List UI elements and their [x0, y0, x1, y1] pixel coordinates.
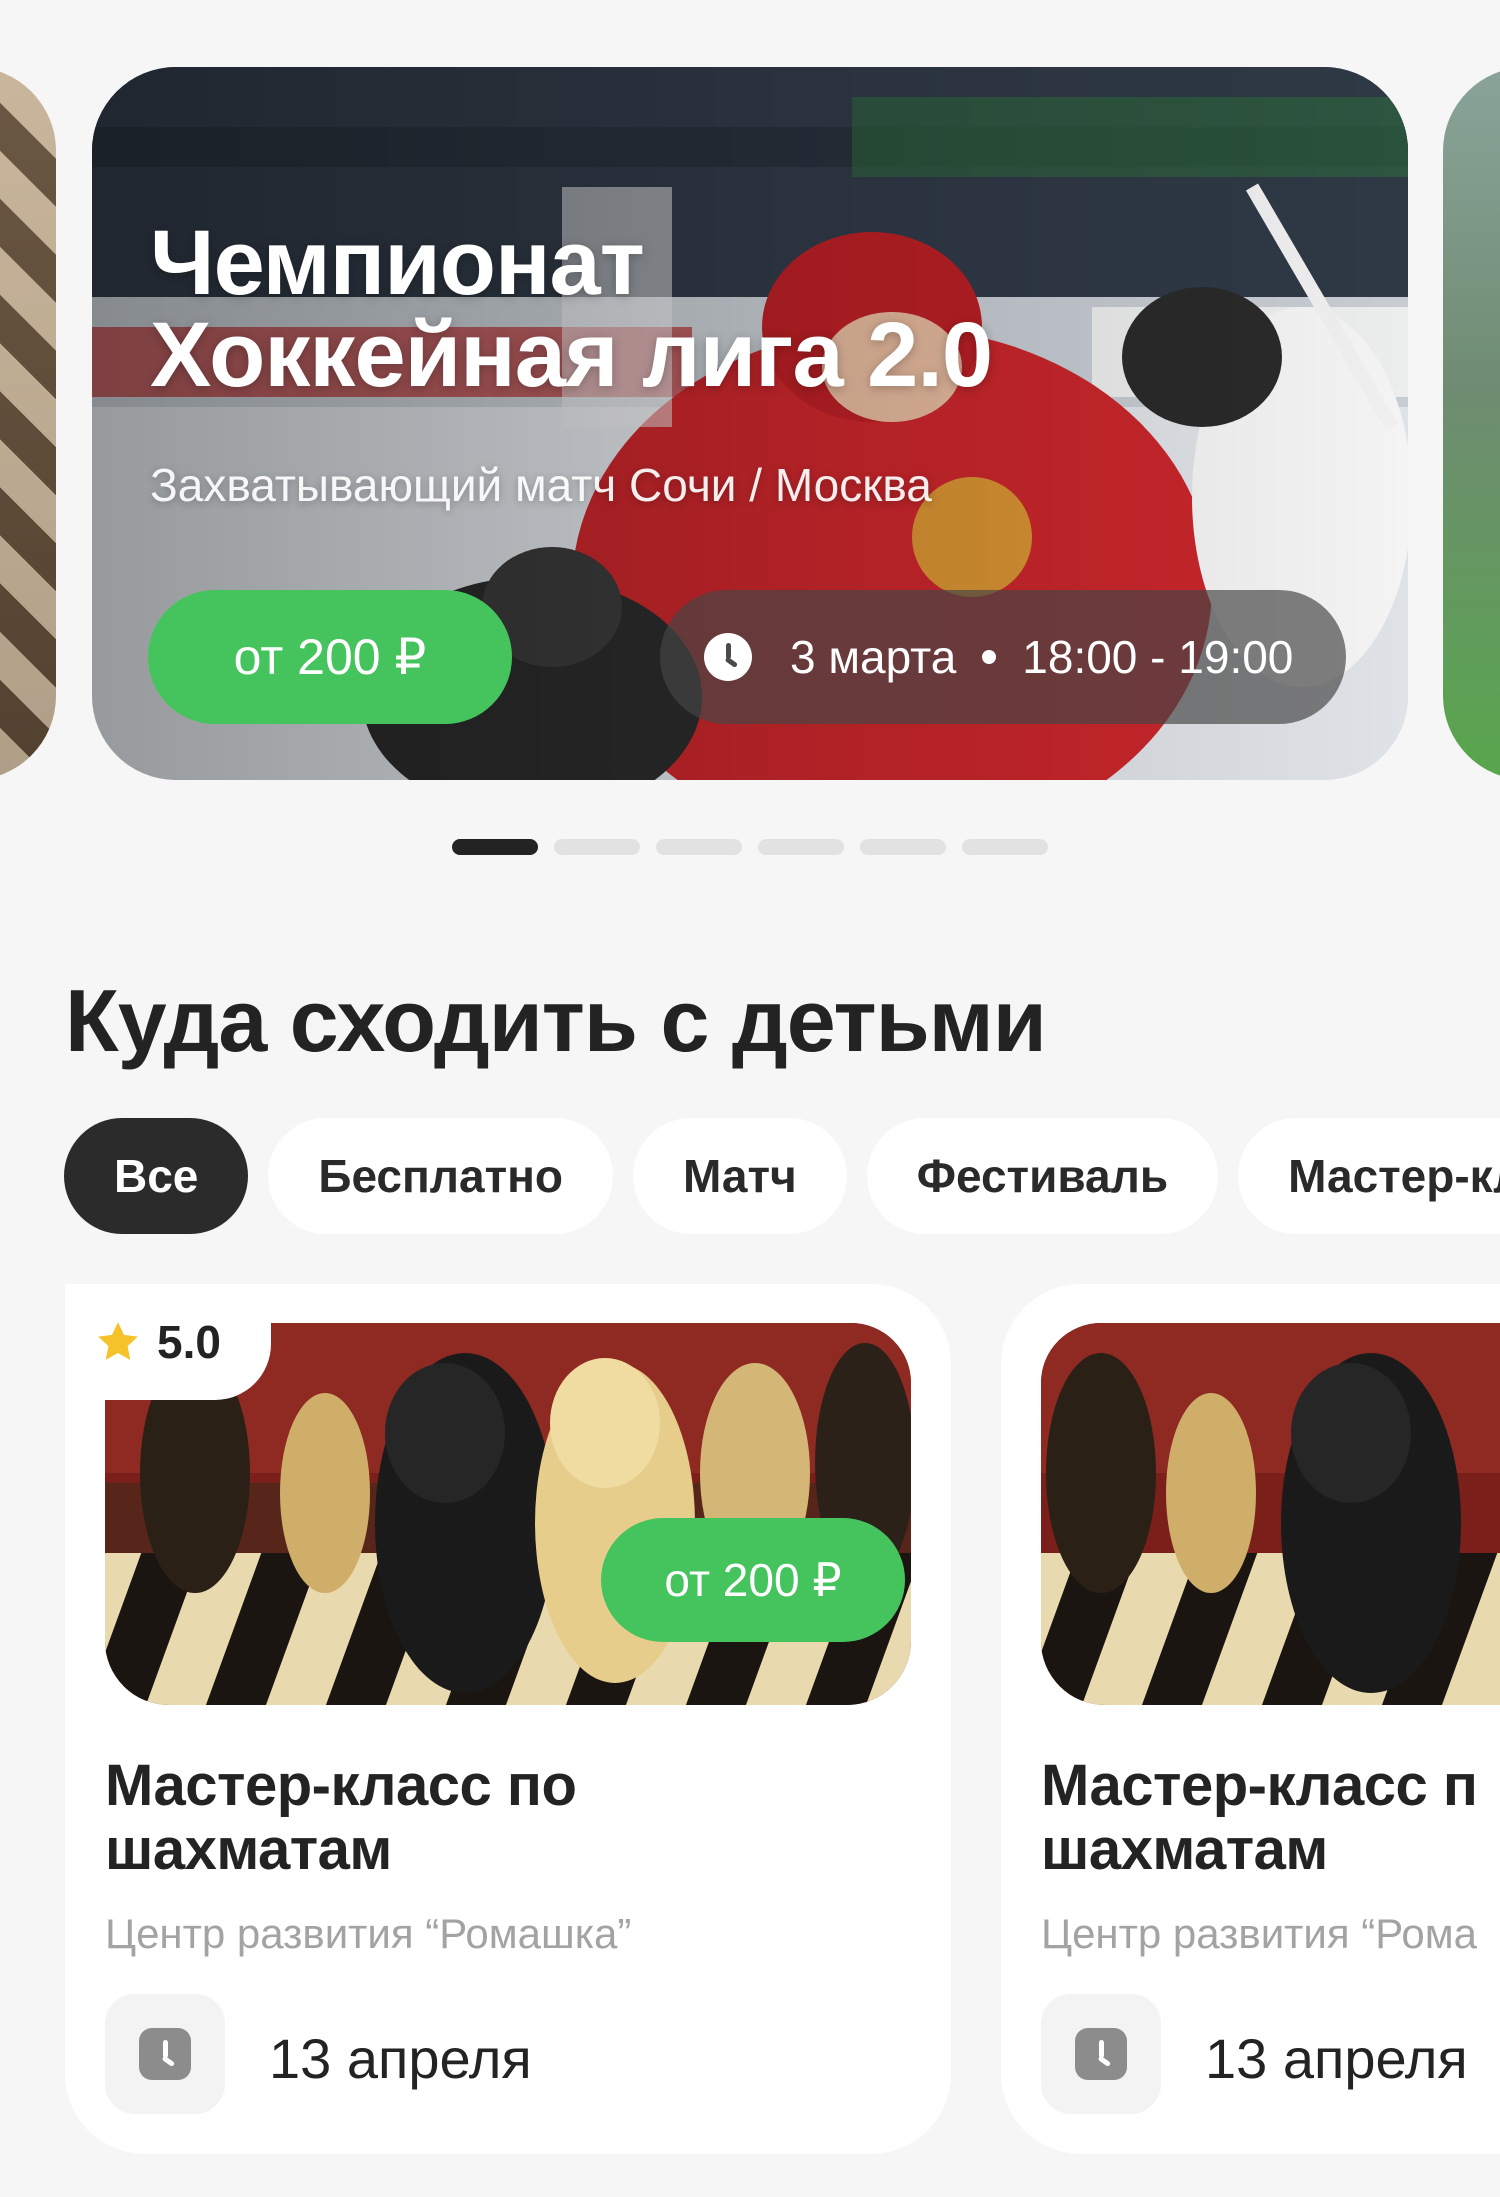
- hero-title-line-1: Чемпионат: [150, 212, 645, 314]
- hero-slide[interactable]: Чемпионат Хоккейная лига 2.0 Захватывающ…: [92, 67, 1408, 780]
- card-title-line-1: Мастер-класс п: [1041, 1753, 1478, 1818]
- rating-value: 5.0: [157, 1316, 221, 1368]
- card-title: Мастер-класс по шахматам: [105, 1754, 925, 1882]
- card-price-button[interactable]: от 200 ₽: [601, 1518, 905, 1642]
- card-date: 13 апреля: [269, 2027, 532, 2090]
- pagination-dot-3[interactable]: [656, 839, 742, 855]
- chess-pieces-image: [1041, 1323, 1500, 1705]
- hero-title-line-2: Хоккейная лига 2.0: [150, 304, 993, 406]
- pagination-dot-5[interactable]: [860, 839, 946, 855]
- event-card[interactable]: Мастер-класс п шахматам Центр развития “…: [1001, 1284, 1500, 2154]
- card-title: Мастер-класс п шахматам: [1041, 1754, 1500, 1882]
- hero-title: Чемпионат Хоккейная лига 2.0: [150, 217, 1250, 401]
- carousel-pagination: [452, 839, 1048, 855]
- hero-time: 18:00 - 19:00: [1022, 631, 1294, 683]
- star-icon: [98, 1322, 138, 1360]
- card-date: 13 апреля: [1205, 2027, 1468, 2090]
- events-page: Чемпионат Хоккейная лига 2.0 Захватывающ…: [0, 0, 1500, 2197]
- clock-icon: [704, 633, 752, 681]
- card-organizer: Центр развития “Ромашка”: [105, 1910, 632, 1957]
- chip-match[interactable]: Матч: [633, 1118, 847, 1234]
- card-title-line-1: Мастер-класс по: [105, 1753, 577, 1818]
- calendar-clock-icon: [1041, 1994, 1161, 2114]
- chip-free[interactable]: Бесплатно: [268, 1118, 614, 1234]
- rating-badge: 5.0: [65, 1284, 271, 1400]
- pagination-dot-6[interactable]: [962, 839, 1048, 855]
- chip-masterclass[interactable]: Мастер-кл: [1238, 1118, 1500, 1234]
- previous-slide-preview[interactable]: [0, 67, 56, 780]
- pagination-dot-4[interactable]: [758, 839, 844, 855]
- chip-all[interactable]: Все: [64, 1118, 249, 1234]
- hero-date: 3 марта: [790, 631, 957, 683]
- pagination-dot-1[interactable]: [452, 839, 538, 855]
- separator-dot: [982, 650, 997, 664]
- next-slide-preview[interactable]: [1443, 67, 1500, 780]
- card-organizer: Центр развития “Рома: [1041, 1910, 1478, 1957]
- calendar-clock-icon: [105, 1994, 225, 2114]
- card-title-line-2: шахматам: [1041, 1817, 1328, 1882]
- hero-schedule-badge: 3 марта 18:00 - 19:00: [660, 590, 1346, 724]
- event-card-image: [1041, 1323, 1500, 1705]
- hero-subtitle: Захватывающий матч Сочи / Москва: [150, 459, 932, 511]
- section-title: Куда сходить с детьми: [65, 971, 1047, 1070]
- event-card[interactable]: 5.0 от 200 ₽ Мастер-класс по шахматам Це…: [65, 1284, 951, 2154]
- chip-festival[interactable]: Фестиваль: [866, 1118, 1219, 1234]
- hero-price-button[interactable]: от 200 ₽: [148, 590, 512, 724]
- card-title-line-2: шахматам: [105, 1817, 392, 1882]
- pagination-dot-2[interactable]: [554, 839, 640, 855]
- category-filter-chips: Все Бесплатно Матч Фестиваль Мастер-кл: [64, 1118, 1500, 1234]
